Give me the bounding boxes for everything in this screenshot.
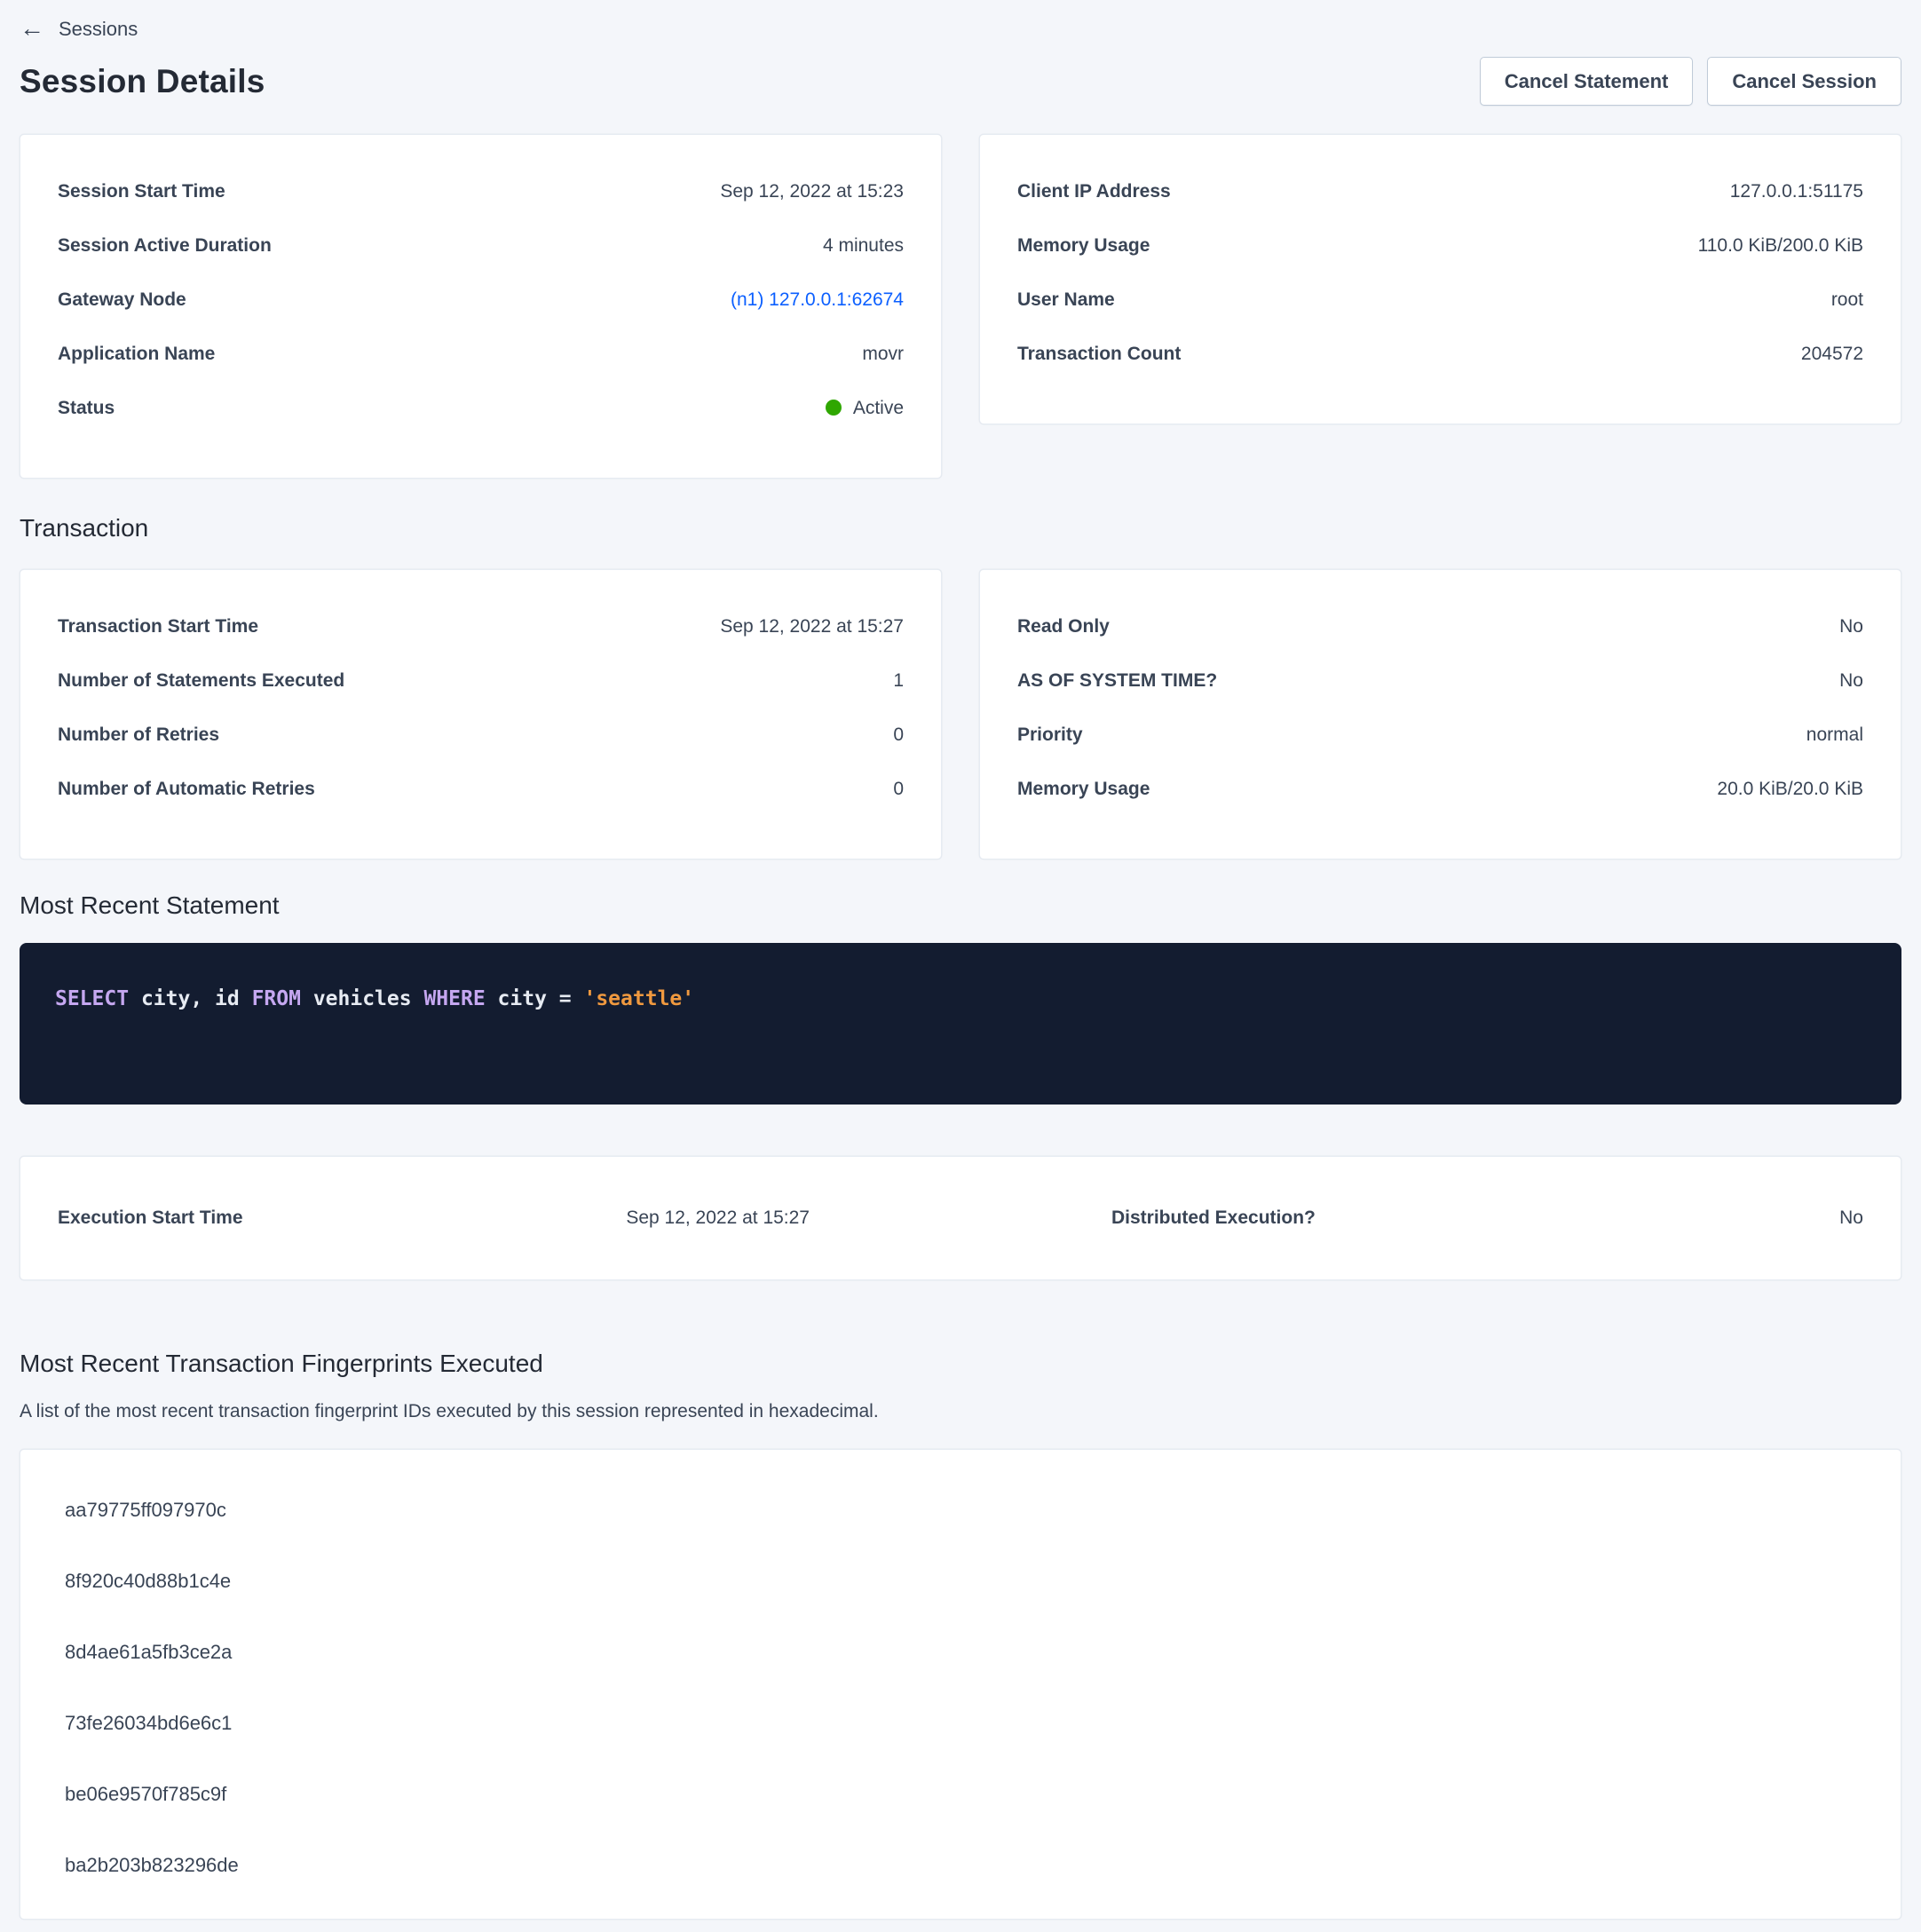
summary-row-value: No bbox=[1839, 614, 1863, 639]
summary-row: Number of Statements Executed 1 bbox=[58, 669, 904, 693]
fingerprints-description: A list of the most recent transaction fi… bbox=[20, 1401, 1901, 1422]
session-details-card-right: Client IP Address 127.0.0.1:51175 Memory U… bbox=[979, 134, 1901, 424]
execution-start-time-value: Sep 12, 2022 at 15:27 bbox=[626, 1206, 810, 1231]
summary-row-value: No bbox=[1839, 669, 1863, 693]
sql-statement-box: SELECT city, id FROM vehicles WHERE city… bbox=[20, 943, 1901, 1105]
transaction-fingerprint-id: ba2b203b823296de bbox=[65, 1853, 1856, 1878]
summary-row-label: Session Start Time bbox=[58, 179, 225, 204]
summary-row: Memory Usage 20.0 KiB/20.0 KiB bbox=[1017, 777, 1863, 802]
summary-row: User Name root bbox=[1017, 288, 1863, 313]
summary-row: Session Active Duration 4 minutes bbox=[58, 234, 904, 258]
sql-token-kw: FROM bbox=[252, 987, 301, 1010]
summary-row-value: 20.0 KiB/20.0 KiB bbox=[1717, 777, 1863, 802]
session-summary-row: Session Start TimeSep 12, 2022 at 15:23S… bbox=[20, 134, 1901, 479]
page-header: Session Details Cancel Statement Cancel … bbox=[20, 57, 1901, 106]
summary-row: Gateway Node (n1) 127.0.0.1:62674 bbox=[58, 288, 904, 313]
summary-row: Memory Usage 110.0 KiB/200.0 KiB bbox=[1017, 234, 1863, 258]
summary-row: Session Start Time Sep 12, 2022 at 15:23 bbox=[58, 179, 904, 204]
page-title: Session Details bbox=[20, 63, 265, 100]
summary-row-label: Transaction Count bbox=[1017, 342, 1181, 367]
summary-row-label: Gateway Node bbox=[58, 288, 186, 313]
summary-row-label: AS OF SYSTEM TIME? bbox=[1017, 669, 1217, 693]
fingerprints-section-heading: Most Recent Transaction Fingerprints Exe… bbox=[20, 1350, 1901, 1378]
transaction-card-left: Transaction Start Time Sep 12, 2022 at 15… bbox=[20, 569, 942, 859]
transaction-fingerprint-id: aa79775ff097970c bbox=[65, 1498, 1856, 1523]
session-details-card-left: Session Start TimeSep 12, 2022 at 15:23S… bbox=[20, 134, 942, 479]
summary-row-label: Memory Usage bbox=[1017, 234, 1150, 258]
summary-row-label: Number of Retries bbox=[58, 723, 219, 748]
fingerprints-list-card: aa79775ff097970c 8f920c40d88b1c4e 8d4ae61a… bbox=[20, 1449, 1901, 1920]
header-actions: Cancel Statement Cancel Session bbox=[1480, 57, 1901, 106]
summary-row-value: Sep 12, 2022 at 15:27 bbox=[720, 614, 904, 639]
sql-token-pl: city = bbox=[486, 987, 584, 1010]
summary-row-value: 4 minutes bbox=[823, 234, 904, 258]
summary-row: Number of Retries 0 bbox=[58, 723, 904, 748]
summary-row-value: Active bbox=[826, 396, 904, 421]
breadcrumb-label: Sessions bbox=[59, 18, 138, 41]
cancel-session-button[interactable]: Cancel Session bbox=[1707, 57, 1901, 106]
summary-row-label: Number of Statements Executed bbox=[58, 669, 344, 693]
summary-row-value: 110.0 KiB/200.0 KiB bbox=[1698, 234, 1863, 258]
transaction-card-right: Read Only No AS OF SYSTEM TIME? No Priority n… bbox=[979, 569, 1901, 859]
transaction-summary-row: Transaction Start Time Sep 12, 2022 at 15… bbox=[20, 569, 1901, 859]
cancel-statement-button[interactable]: Cancel Statement bbox=[1480, 57, 1694, 106]
status-active-dot-icon bbox=[826, 400, 842, 416]
sql-token-pl: city, id bbox=[129, 987, 251, 1010]
summary-row: Status Active bbox=[58, 396, 904, 421]
summary-row: Transaction Start Time Sep 12, 2022 at 15… bbox=[58, 614, 904, 639]
summary-row-label: Status bbox=[58, 396, 115, 421]
transaction-fingerprint-id: 8d4ae61a5fb3ce2a bbox=[65, 1640, 1856, 1665]
summary-row-value: movr bbox=[862, 342, 904, 367]
summary-row-label: Client IP Address bbox=[1017, 179, 1171, 204]
sql-token-str: 'seattle' bbox=[583, 987, 694, 1010]
sql-token-kw: SELECT bbox=[55, 987, 129, 1010]
transaction-section-heading: Transaction bbox=[20, 514, 1901, 542]
execution-start-time-label: Execution Start Time bbox=[58, 1206, 243, 1231]
summary-row-label: Read Only bbox=[1017, 614, 1110, 639]
summary-row-value: 0 bbox=[893, 777, 904, 802]
summary-row-label: Transaction Start Time bbox=[58, 614, 258, 639]
distributed-execution-label: Distributed Execution? bbox=[1111, 1206, 1316, 1231]
summary-row-value: Sep 12, 2022 at 15:23 bbox=[720, 179, 904, 204]
summary-row: AS OF SYSTEM TIME? No bbox=[1017, 669, 1863, 693]
summary-row-value: 204572 bbox=[1801, 342, 1863, 367]
back-arrow-icon: ← bbox=[20, 16, 44, 41]
summary-row-value: 127.0.0.1:51175 bbox=[1730, 179, 1863, 204]
summary-row: Application Name movr bbox=[58, 342, 904, 367]
breadcrumb-back-sessions[interactable]: ← Sessions bbox=[20, 9, 138, 50]
transaction-fingerprint-id: be06e9570f785c9f bbox=[65, 1782, 1856, 1807]
summary-row-value: 0 bbox=[893, 723, 904, 748]
summary-row: Priority normal bbox=[1017, 723, 1863, 748]
summary-row: Number of Automatic Retries 0 bbox=[58, 777, 904, 802]
summary-row: Read Only No bbox=[1017, 614, 1863, 639]
summary-row-label: Priority bbox=[1017, 723, 1083, 748]
summary-row-label: Session Active Duration bbox=[58, 234, 272, 258]
summary-row: Client IP Address 127.0.0.1:51175 bbox=[1017, 179, 1863, 204]
distributed-execution-row: Distributed Execution? No bbox=[960, 1206, 1863, 1231]
sql-token-kw: WHERE bbox=[423, 987, 485, 1010]
summary-row-label: Application Name bbox=[58, 342, 215, 367]
summary-row-value: root bbox=[1831, 288, 1863, 313]
summary-row-label: Memory Usage bbox=[1017, 777, 1150, 802]
execution-details-card: Execution Start Time Sep 12, 2022 at 15:… bbox=[20, 1156, 1901, 1280]
transaction-fingerprint-id: 73fe26034bd6e6c1 bbox=[65, 1711, 1856, 1736]
summary-row-value: 1 bbox=[893, 669, 904, 693]
execution-start-time-row: Execution Start Time Sep 12, 2022 at 15:… bbox=[58, 1206, 960, 1231]
summary-row: Transaction Count 204572 bbox=[1017, 342, 1863, 367]
gateway-node-link[interactable]: (n1) 127.0.0.1:62674 bbox=[731, 288, 904, 313]
summary-row-value: normal bbox=[1806, 723, 1863, 748]
summary-row-label: Number of Automatic Retries bbox=[58, 777, 315, 802]
sql-token-pl: vehicles bbox=[301, 987, 423, 1010]
most-recent-statement-heading: Most Recent Statement bbox=[20, 891, 1901, 920]
distributed-execution-value: No bbox=[1839, 1206, 1863, 1231]
summary-row-label: User Name bbox=[1017, 288, 1115, 313]
transaction-fingerprint-id: 8f920c40d88b1c4e bbox=[65, 1569, 1856, 1594]
